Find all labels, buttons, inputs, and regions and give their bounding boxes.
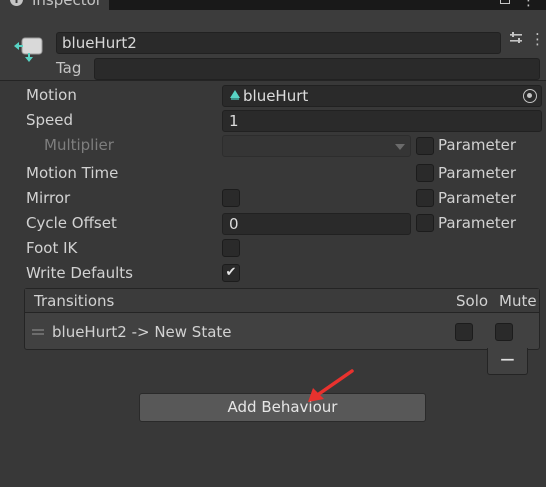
remove-transition-button[interactable]: − xyxy=(487,348,528,375)
transition-row[interactable]: blueHurt2 -> New State xyxy=(25,314,539,349)
multiplier-dropdown xyxy=(222,135,411,157)
cycle-offset-parameter-label: Parameter xyxy=(438,214,517,232)
motion-value: blueHurt xyxy=(243,87,309,105)
animator-state-icon xyxy=(14,37,43,62)
more-vertical-icon[interactable]: ⋮ xyxy=(530,30,545,48)
tag-label: Tag xyxy=(56,59,82,77)
cycle-offset-label: Cycle Offset xyxy=(26,214,117,232)
motion-field[interactable]: blueHurt xyxy=(222,85,542,107)
state-name-field[interactable]: blueHurt2 xyxy=(56,32,501,54)
transition-mute-checkbox[interactable] xyxy=(495,323,513,341)
mirror-label: Mirror xyxy=(26,189,71,207)
add-behaviour-button[interactable]: Add Behaviour xyxy=(139,393,426,422)
chevron-down-icon xyxy=(395,144,405,150)
tab-menu-icon[interactable]: ⋮ xyxy=(521,0,536,9)
settings-sliders-icon[interactable] xyxy=(509,31,523,45)
motion-label: Motion xyxy=(26,86,77,104)
transition-solo-checkbox[interactable] xyxy=(455,323,473,341)
transitions-list: Transitions Solo Mute blueHurt2 -> New S… xyxy=(24,288,540,350)
motion-time-parameter-label: Parameter xyxy=(438,164,517,182)
tag-field[interactable] xyxy=(94,58,540,80)
transitions-header: Transitions Solo Mute xyxy=(25,289,539,313)
tab-title: Inspector xyxy=(32,0,102,9)
drag-handle-icon[interactable] xyxy=(32,329,44,335)
cycle-offset-parameter-checkbox[interactable] xyxy=(416,214,434,232)
lock-icon[interactable] xyxy=(500,0,510,4)
animation-clip-icon xyxy=(230,90,240,100)
motion-time-parameter-checkbox[interactable] xyxy=(416,164,434,182)
multiplier-parameter-checkbox[interactable] xyxy=(416,137,434,155)
mute-column-label: Mute xyxy=(499,292,537,310)
foot-ik-checkbox[interactable] xyxy=(222,239,240,257)
transition-label: blueHurt2 -> New State xyxy=(52,323,232,341)
multiplier-parameter-label: Parameter xyxy=(438,136,517,154)
mirror-checkbox[interactable] xyxy=(222,189,240,207)
inspector-header: blueHurt2 Tag ⋮ xyxy=(0,10,546,81)
mirror-parameter-checkbox[interactable] xyxy=(416,189,434,207)
write-defaults-label: Write Defaults xyxy=(26,264,133,282)
transitions-title: Transitions xyxy=(34,292,115,310)
object-picker-icon[interactable] xyxy=(523,89,537,103)
mirror-parameter-label: Parameter xyxy=(438,189,517,207)
multiplier-label: Multiplier xyxy=(44,136,114,154)
cycle-offset-field[interactable]: 0 xyxy=(222,213,411,235)
speed-label: Speed xyxy=(26,111,74,129)
foot-ik-label: Foot IK xyxy=(26,239,78,257)
motion-time-label: Motion Time xyxy=(26,164,119,182)
write-defaults-checkbox[interactable]: ✔ xyxy=(222,264,240,282)
red-arrow-annotation xyxy=(308,369,354,402)
solo-column-label: Solo xyxy=(456,292,489,310)
checkmark-icon: ✔ xyxy=(225,265,237,280)
speed-field[interactable]: 1 xyxy=(222,110,542,132)
